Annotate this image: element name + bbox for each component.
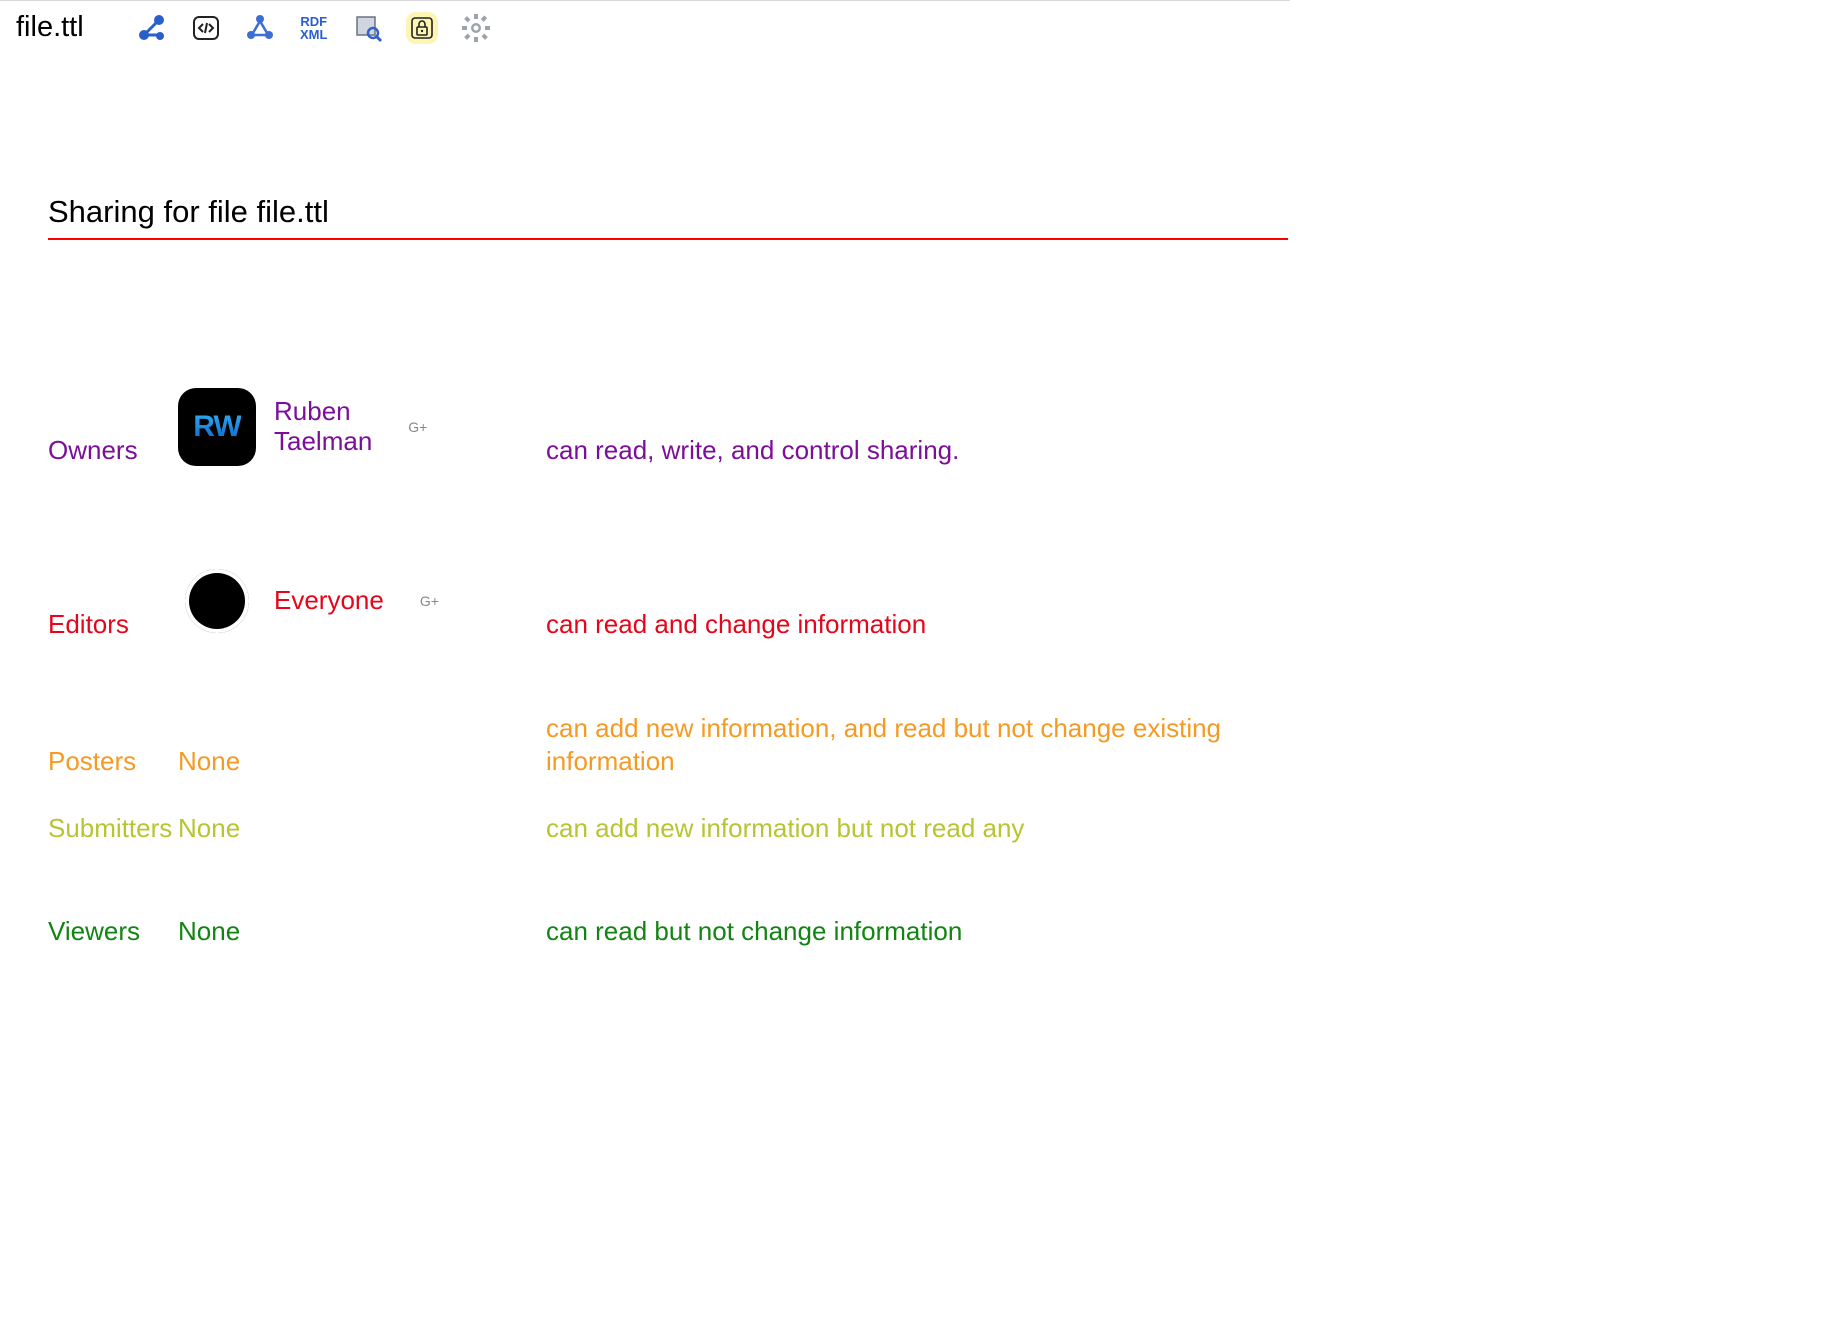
role-label: Viewers — [48, 898, 178, 965]
role-description: can add new information, and read but no… — [546, 694, 1288, 795]
inspect-icon[interactable] — [352, 12, 384, 44]
graph-3d-icon[interactable] — [244, 12, 276, 44]
source-code-icon[interactable] — [190, 12, 222, 44]
who-label: Ruben Taelman — [274, 397, 372, 457]
row-viewers: Viewers None can read but not change inf… — [48, 898, 1288, 965]
row-owners: Owners RW Ruben Taelman G+ can read, wri… — [48, 370, 1288, 484]
add-person-icon[interactable]: G+ — [408, 419, 427, 435]
who-label: None — [178, 916, 240, 946]
lock-icon[interactable] — [406, 12, 438, 44]
role-description: can add new information but not read any — [546, 795, 1288, 862]
role-description: can read but not change information — [546, 898, 1288, 965]
role-label: Submitters — [48, 795, 178, 862]
xml-text: XML — [300, 28, 327, 41]
role-label: Editors — [48, 544, 178, 658]
who-cell: Everyone G+ — [178, 562, 546, 640]
role-description: can read, write, and control sharing. — [546, 370, 1288, 484]
page-title: Sharing for file file.ttl — [48, 194, 1288, 240]
row-submitters: Submitters None can add new information … — [48, 795, 1288, 862]
row-editors: Editors Everyone G+ can read and c — [48, 544, 1288, 658]
graph-icon[interactable] — [136, 12, 168, 44]
row-posters: Posters None can add new information, an… — [48, 694, 1288, 795]
sharing-table: Owners RW Ruben Taelman G+ can read, wri… — [48, 370, 1288, 965]
role-label: Owners — [48, 370, 178, 484]
globe-icon — [178, 562, 256, 640]
file-name: file.ttl — [16, 11, 84, 44]
toolbar: file.ttl — [0, 11, 1290, 44]
who-label: Everyone — [274, 586, 384, 616]
rdf-xml-icon[interactable]: RDF XML — [298, 12, 330, 44]
rdf-text: RDF — [300, 15, 327, 28]
avatar-glyph: RW — [193, 410, 240, 444]
avatar-ruben: RW — [178, 388, 256, 466]
who-cell: RW Ruben Taelman G+ — [178, 388, 546, 466]
add-person-icon[interactable]: G+ — [420, 593, 439, 609]
role-description: can read and change information — [546, 544, 1288, 658]
gear-icon[interactable] — [460, 12, 492, 44]
who-label: None — [178, 813, 240, 843]
who-label: None — [178, 746, 240, 776]
role-label: Posters — [48, 694, 178, 795]
